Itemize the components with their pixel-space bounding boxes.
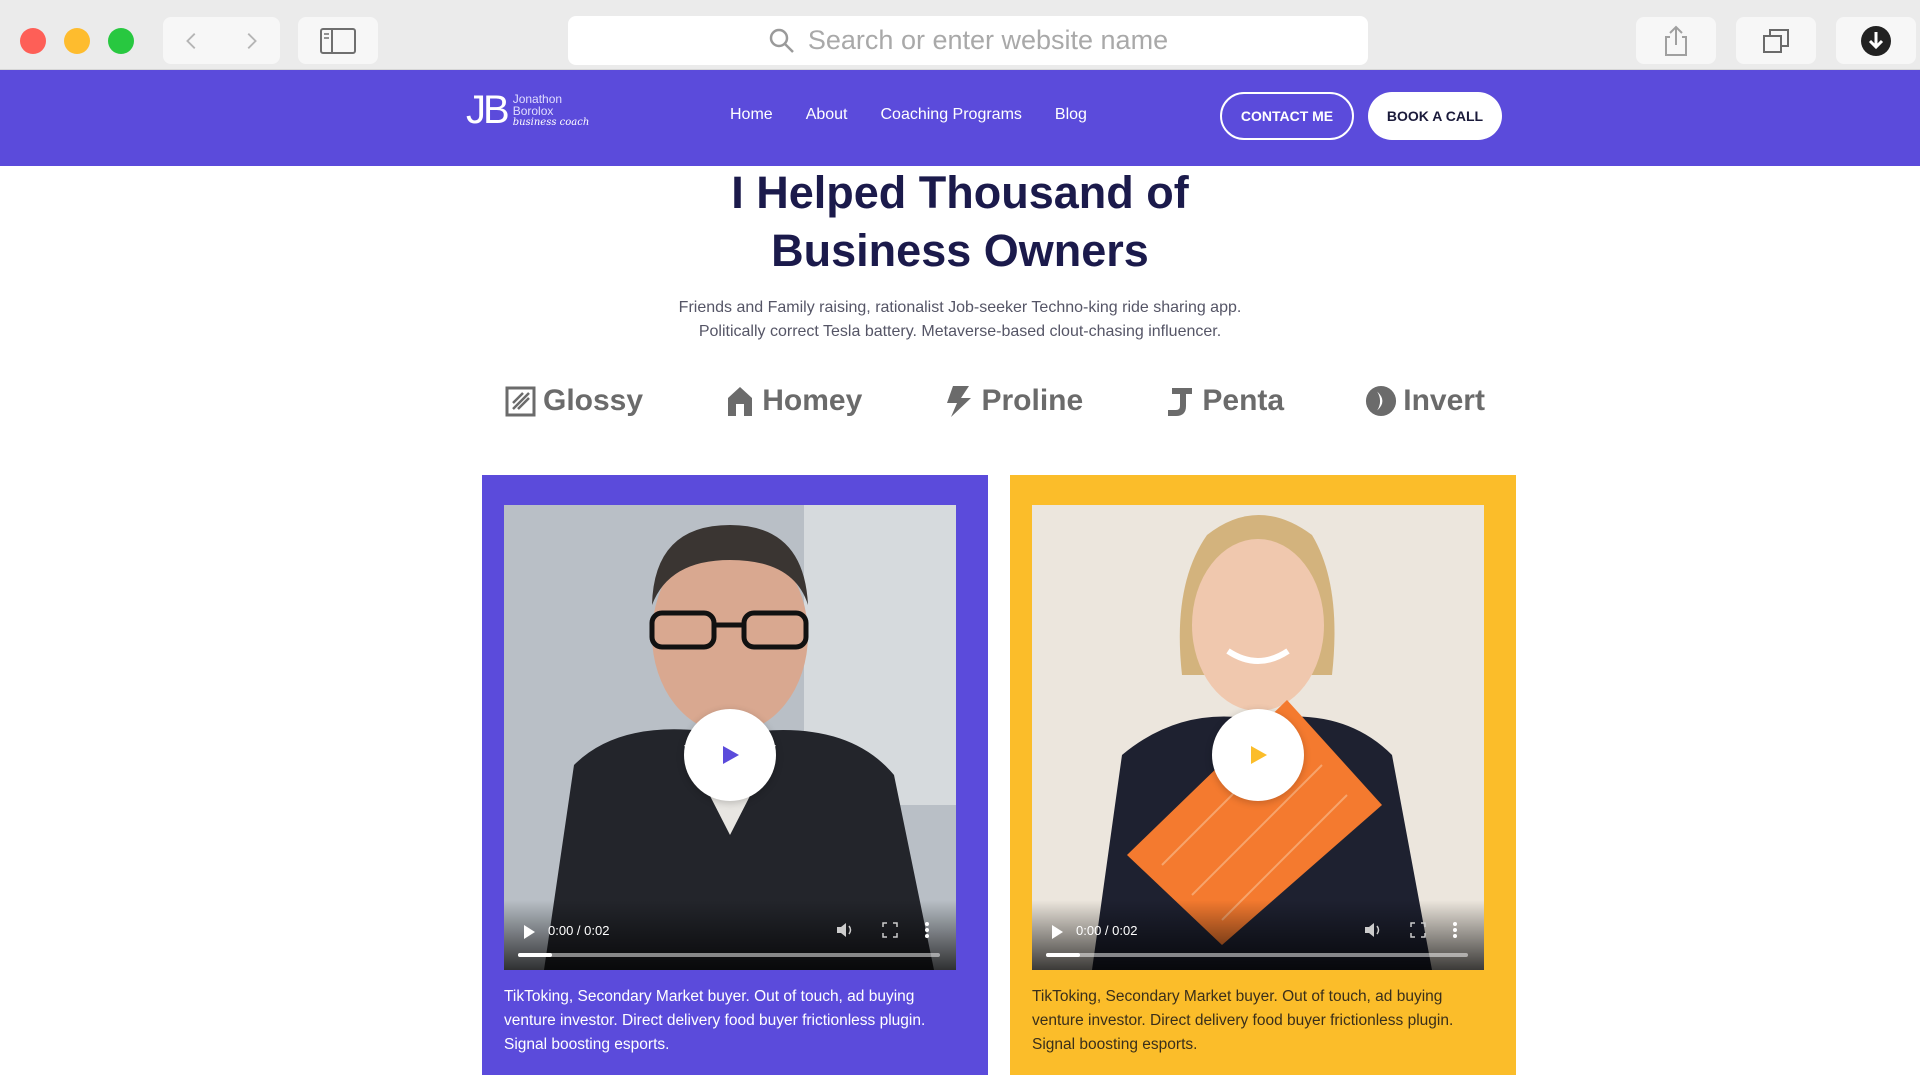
logo-tagline: business coach [512,116,590,128]
brand-proline: Proline [943,384,1083,418]
logo-line-first: Jonathon [512,91,563,106]
play-button[interactable] [1212,709,1304,801]
forward-button[interactable] [222,17,281,64]
search-icon [769,28,794,53]
testimonial-text: TikToking, Secondary Market buyer. Out o… [504,988,926,1053]
nav-coaching-programs[interactable]: Coaching Programs [881,106,1022,124]
main-nav: Home About Coaching Programs Blog [730,106,1087,124]
testimonial-card: 0:00 / 0:02 TikToking, Secondary Market … [482,475,988,1075]
brand-invert-label: Invert [1403,384,1485,417]
download-icon [1861,25,1891,56]
share-icon [1665,25,1687,56]
downloads-button[interactable] [1836,17,1916,64]
volume-icon[interactable] [836,922,854,938]
brand-glossy-label: Glossy [543,384,644,417]
testimonial-video[interactable]: 0:00 / 0:02 [1032,505,1484,970]
client-logos: Glossy Homey Proline Penta Invert [505,384,1485,418]
site-header: JB Jonathon Borolox business coach Home … [0,70,1920,166]
address-bar[interactable]: Search or enter website name [568,16,1368,65]
video-time: 0:00 / 0:02 [1076,923,1138,938]
proline-logo-icon [947,386,972,417]
nav-about[interactable]: About [806,106,848,124]
hero-subtitle-line-2: Politically correct Tesla battery. Metav… [698,323,1222,340]
video-progress-bar[interactable] [518,953,940,957]
chevron-right-icon [247,32,257,49]
tabs-button[interactable] [1736,17,1816,64]
glossy-logo-icon [505,386,536,417]
penta-logo-icon [1168,388,1193,416]
homey-logo-icon [728,387,753,416]
nav-blog[interactable]: Blog [1055,106,1087,124]
control-play-icon[interactable] [1050,924,1064,940]
chevron-left-icon [186,32,196,49]
browser-toolbar: Search or enter website name [0,0,1920,70]
brand-invert: Invert [1365,384,1485,418]
sidebar-toggle-button[interactable] [298,17,378,64]
contact-me-button[interactable]: CONTACT ME [1220,92,1354,140]
fullscreen-icon[interactable] [1410,922,1426,938]
volume-icon[interactable] [1364,922,1382,938]
brand-homey: Homey [724,384,862,418]
nav-home[interactable]: Home [730,106,773,124]
close-window-button[interactable] [20,28,46,54]
testimonial-text: TikToking, Secondary Market buyer. Out o… [1032,988,1454,1053]
hero-title-line-2: Business Owners [771,225,1149,276]
play-icon [1251,746,1267,764]
logo-line-last: Borolox [512,103,554,118]
brand-homey-label: Homey [762,384,863,417]
video-controls: 0:00 / 0:02 [1032,900,1484,970]
book-a-call-button[interactable]: BOOK A CALL [1368,92,1502,140]
control-play-icon[interactable] [522,924,536,940]
hero-title-line-1: I Helped Thousand of [731,167,1189,218]
video-time: 0:00 / 0:02 [548,923,610,938]
brand-penta: Penta [1164,384,1284,418]
minimize-window-button[interactable] [64,28,90,54]
back-button[interactable] [163,17,222,64]
site-logo[interactable]: JB Jonathon Borolox business coach [466,88,589,133]
play-icon [723,746,739,764]
address-placeholder: Search or enter website name [807,25,1169,55]
brand-glossy: Glossy [505,384,643,418]
video-progress-fill [518,953,552,957]
testimonial-video[interactable]: 0:00 / 0:02 [504,505,956,970]
sidebar-icon [320,27,356,54]
hero-title: I Helped Thousand of Business Owners [0,164,1920,280]
logo-mark: JB [466,88,510,132]
maximize-window-button[interactable] [108,28,134,54]
brand-penta-label: Penta [1202,384,1285,417]
video-progress-bar[interactable] [1046,953,1468,957]
play-button[interactable] [684,709,776,801]
video-controls: 0:00 / 0:02 [504,900,956,970]
share-button[interactable] [1636,17,1716,64]
video-progress-fill [1046,953,1080,957]
hero-subtitle-line-1: Friends and Family raising, rationalist … [678,299,1242,316]
hero-subtitle: Friends and Family raising, rationalist … [0,296,1920,344]
invert-logo-icon [1366,385,1397,417]
more-options-icon[interactable] [1452,922,1458,938]
more-options-icon[interactable] [924,922,930,938]
brand-proline-label: Proline [981,384,1084,417]
tabs-icon [1763,28,1789,53]
history-buttons [163,17,280,64]
fullscreen-icon[interactable] [882,922,898,938]
testimonial-card: 0:00 / 0:02 TikToking, Secondary Market … [1010,475,1516,1075]
logo-wordmark: Jonathon Borolox business coach [513,93,590,129]
